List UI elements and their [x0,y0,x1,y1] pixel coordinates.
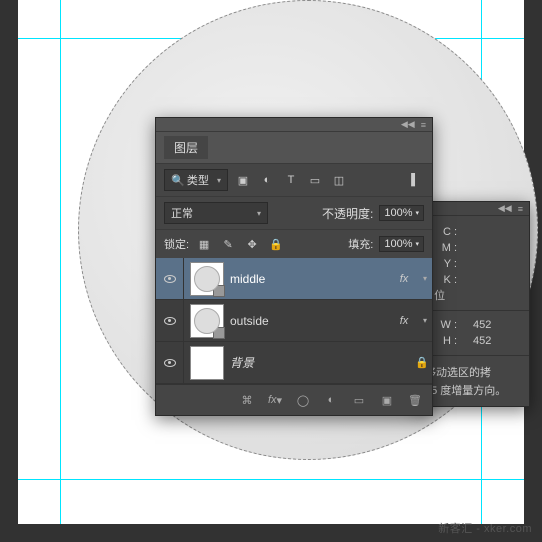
fill-label: 填充: [348,236,373,252]
layers-tab[interactable]: 图层 [164,136,208,159]
search-icon: 🔍 [171,174,185,187]
info-w-value: 452 [457,317,491,333]
filter-type-dropdown[interactable]: 🔍 类型 ▾ [164,169,228,191]
lock-transparent-icon[interactable]: ▦ [195,235,213,253]
blend-row: 正常 ▾ 不透明度: 100% ▾ [156,196,432,229]
layer-item-outside[interactable]: outside fx ▾ [156,300,432,342]
chevron-down-icon: ▾ [217,176,221,185]
eye-icon [164,317,176,325]
layers-panel: ◀◀ ≡ 图层 🔍 类型 ▾ ▣ ◐ T ▭ ◫ ▌ 正常 ▾ 不透明度: 10… [155,117,433,416]
layer-item-middle[interactable]: middle fx ▾ [156,258,432,300]
collapse-icon[interactable]: ◀◀ [401,119,415,130]
link-layers-icon[interactable]: ⌘ [238,391,256,409]
lock-icon: 🔒 [412,356,432,369]
fill-input[interactable]: 100% ▾ [379,236,424,252]
filter-row: 🔍 类型 ▾ ▣ ◐ T ▭ ◫ ▌ [156,163,432,196]
info-hint-1: 移动选区的拷 [425,362,519,380]
mask-icon [213,285,225,297]
info-h-value: 452 [457,333,491,349]
mask-icon [213,327,225,339]
layer-name[interactable]: 背景 [230,354,412,371]
visibility-toggle[interactable] [156,342,184,383]
opacity-label: 不透明度: [322,205,373,222]
expand-fx-icon[interactable]: ▾ [418,274,432,283]
opacity-value: 100% [384,207,412,219]
guide-vertical-left[interactable] [60,0,61,524]
new-layer-button[interactable]: ▣ [378,391,396,409]
layer-item-background[interactable]: 背景 🔒 [156,342,432,384]
filter-shape-icon[interactable]: ▭ [306,171,324,189]
layer-name[interactable]: outside [230,314,390,328]
filter-pixel-icon[interactable]: ▣ [234,171,252,189]
adjustment-button[interactable]: ◐ [322,391,340,409]
layers-panel-header[interactable]: ◀◀ ≡ [156,118,432,132]
layers-footer: ⌘ fx▾ ◯ ◐ ▭ ▣ 🗑 [156,384,432,415]
fill-value: 100% [384,238,412,250]
visibility-toggle[interactable] [156,300,184,341]
layer-list: middle fx ▾ outside fx ▾ 背景 🔒 [156,258,432,384]
lock-position-icon[interactable]: ✥ [243,235,261,253]
fx-button[interactable]: fx▾ [266,391,284,409]
visibility-toggle[interactable] [156,258,184,299]
blend-mode-dropdown[interactable]: 正常 ▾ [164,202,268,224]
guide-horizontal-bottom[interactable] [18,479,524,480]
group-button[interactable]: ▭ [350,391,368,409]
layers-tab-row: 图层 [156,132,432,163]
watermark: 新客汇 - xker.com [438,520,532,536]
layer-thumbnail[interactable] [190,304,224,338]
chevron-down-icon: ▾ [415,240,419,248]
menu-icon[interactable]: ≡ [518,204,523,214]
lock-row: 锁定: ▦ ✎ ✥ 🔒 填充: 100% ▾ [156,229,432,258]
lock-pixels-icon[interactable]: ✎ [219,235,237,253]
filter-adjust-icon[interactable]: ◐ [258,171,276,189]
expand-fx-icon[interactable]: ▾ [418,316,432,325]
collapse-icon[interactable]: ◀◀ [498,203,512,214]
blend-mode-value: 正常 [171,205,193,221]
eye-icon [164,359,176,367]
layer-thumbnail[interactable] [190,262,224,296]
menu-icon[interactable]: ≡ [421,120,426,130]
delete-layer-button[interactable]: 🗑 [406,391,424,409]
mask-button[interactable]: ◯ [294,391,312,409]
chevron-down-icon: ▾ [415,209,419,217]
filter-smart-icon[interactable]: ◫ [330,171,348,189]
chevron-down-icon: ▾ [257,209,261,218]
info-hint-2: 45 度增量方向。 [425,380,519,398]
layer-thumbnail[interactable] [190,346,224,380]
lock-all-icon[interactable]: 🔒 [267,235,285,253]
layer-name[interactable]: middle [230,272,390,286]
lock-label: 锁定: [164,236,189,252]
fx-indicator[interactable]: fx [390,315,418,327]
filter-label: 类型 [187,172,209,188]
eye-icon [164,275,176,283]
filter-toggle[interactable]: ▌ [406,171,424,189]
fx-indicator[interactable]: fx [390,273,418,285]
opacity-input[interactable]: 100% ▾ [379,205,424,221]
filter-type-icon[interactable]: T [282,171,300,189]
